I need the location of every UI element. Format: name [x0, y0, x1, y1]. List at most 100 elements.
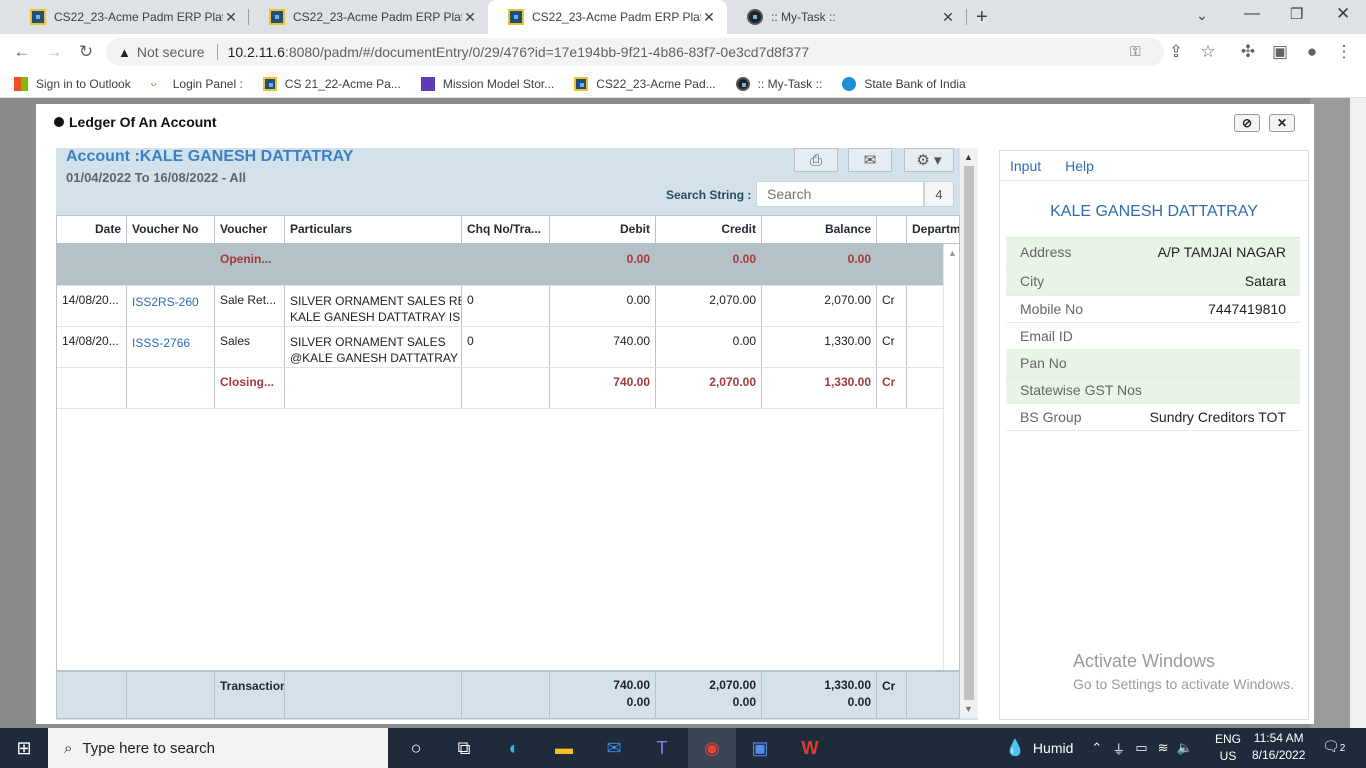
table-row-opening[interactable]: Openin... 0.00 0.00 0.00 — [57, 244, 959, 286]
close-tab-icon[interactable]: ✕ — [701, 9, 717, 26]
share-icon[interactable]: ⇪ — [1162, 34, 1190, 70]
search-icon: ⌕ — [64, 739, 73, 757]
taskbar-search[interactable]: ⌕ Type here to search — [48, 728, 388, 768]
tab-help[interactable]: Help — [1065, 158, 1094, 174]
bookmark-login-panel[interactable]: ᴗ Login Panel : — [151, 77, 243, 91]
cell-voucher: Sales — [215, 327, 285, 367]
foot-spacer — [127, 672, 215, 718]
cell-drcr: Cr — [877, 368, 907, 408]
clock-date: 8/16/2022 — [1252, 748, 1306, 762]
teams-icon[interactable]: T — [638, 728, 686, 768]
close-window-icon[interactable]: ✕ — [1336, 4, 1350, 24]
new-tab-button[interactable]: + — [976, 6, 988, 29]
cortana-icon[interactable]: ○ — [392, 728, 440, 768]
col-header-date[interactable]: Date — [57, 216, 127, 243]
side-panel-icon[interactable]: ▣ — [1266, 34, 1294, 70]
task-view-icon[interactable]: ⧉ — [440, 728, 488, 768]
browser-tab-2[interactable]: CS22_23-Acme Padm ERP Platfor ✕ — [249, 0, 488, 34]
bookmark-outlook[interactable]: Sign in to Outlook — [14, 76, 131, 91]
scroll-down-arrow-icon[interactable]: ▼ — [964, 704, 973, 714]
clock[interactable]: 11:54 AM 8/16/2022 — [1252, 730, 1305, 764]
chrome-icon[interactable]: ◉ — [688, 728, 736, 768]
browser-tab-4[interactable]: :: My-Task :: ✕ — [727, 0, 966, 34]
tab-search-chevron-icon[interactable]: ⌄ — [1196, 7, 1208, 24]
close-modal-button[interactable]: ✕ — [1269, 114, 1295, 132]
tab-separator — [966, 9, 967, 25]
col-header-voucher[interactable]: Voucher — [215, 216, 285, 243]
vertical-scroll-thumb[interactable] — [964, 166, 974, 700]
cell-voucher-no-link[interactable]: ISS2RS-260 — [127, 286, 215, 326]
minimize-icon[interactable]: — — [1244, 5, 1260, 23]
col-header-debit[interactable]: Debit — [550, 216, 656, 243]
toggle-visibility-button[interactable]: ⊘ — [1234, 114, 1260, 132]
email-button[interactable]: ✉ — [848, 148, 892, 172]
menu-kebab-icon[interactable]: ⋮ — [1330, 34, 1358, 70]
bookmark-cs21[interactable]: CS 21_22-Acme Pa... — [262, 76, 401, 91]
profile-avatar-icon[interactable]: ● — [1298, 34, 1326, 70]
bookmark-sbi[interactable]: State Bank of India — [842, 76, 966, 91]
info-key: Statewise GST Nos — [1020, 382, 1142, 398]
forward-icon[interactable]: → — [40, 34, 68, 70]
search-input[interactable] — [756, 181, 924, 207]
ledger-vertical-scrollbar[interactable]: ▲ ▼ — [960, 148, 978, 718]
cell-voucher-no-link[interactable]: ISSS-2766 — [127, 327, 215, 367]
file-explorer-icon[interactable]: ▬ — [540, 728, 588, 768]
scroll-up-arrow-icon[interactable]: ▲ — [964, 152, 973, 162]
browser-tab-3-active[interactable]: CS22_23-Acme Padm ERP Platfor ✕ — [488, 0, 727, 34]
tab-input[interactable]: Input — [1010, 158, 1041, 174]
windows-start-icon[interactable]: ⊞ — [0, 728, 48, 768]
bookmark-cs22[interactable]: CS22_23-Acme Pad... — [574, 76, 716, 91]
wps-office-icon[interactable]: W — [786, 728, 834, 768]
table-row[interactable]: 14/08/20... ISS2RS-260 Sale Ret... SILVE… — [57, 286, 959, 327]
extensions-icon[interactable]: ✣ — [1234, 34, 1262, 70]
info-value: Sundry Creditors TOT — [1149, 409, 1286, 425]
print-button[interactable]: ⎙ — [794, 148, 838, 172]
cell-balance: 1,330.00 — [762, 327, 877, 367]
page-scrollbar[interactable] — [1350, 98, 1366, 728]
col-header-balance[interactable]: Balance — [762, 216, 877, 243]
col-header-voucher-no[interactable]: Voucher No — [127, 216, 215, 243]
settings-dropdown-button[interactable]: ⚙ ▾ — [904, 148, 954, 172]
close-tab-icon[interactable]: ✕ — [462, 9, 478, 26]
password-key-icon[interactable]: ⚿ — [1130, 43, 1141, 60]
address-bar[interactable]: ▲ Not secure 10.2.11.6 :8080/padm/#/docu… — [106, 38, 1164, 66]
col-header-drcr[interactable] — [877, 216, 907, 243]
bookmark-my-task[interactable]: :: My-Task :: — [735, 76, 823, 91]
close-tab-icon[interactable]: ✕ — [940, 9, 956, 26]
volume-icon[interactable]: 🔈 — [1177, 740, 1193, 756]
not-secure-label[interactable]: Not secure — [137, 44, 205, 60]
weather-icon[interactable]: 💧 — [1005, 738, 1025, 758]
bookmark-star-icon[interactable]: ☆ — [1194, 34, 1222, 70]
scroll-up-arrow-icon[interactable]: ▲ — [948, 248, 957, 258]
battery-icon[interactable]: ▭ — [1135, 740, 1147, 756]
foot-balance: 1,330.00 0.00 — [762, 672, 877, 718]
table-row[interactable]: 14/08/20... ISSS-2766 Sales SILVER ORNAM… — [57, 327, 959, 368]
browser-tab-1[interactable]: CS22_23-Acme Padm ERP Platfor ✕ — [10, 0, 249, 34]
language-indicator[interactable]: ENG US — [1215, 731, 1241, 765]
restore-icon[interactable]: ❐ — [1290, 5, 1303, 23]
foot-spacer — [907, 672, 961, 718]
chevron-up-icon[interactable]: ⌃ — [1091, 740, 1102, 756]
app-icon[interactable]: ▣ — [736, 728, 784, 768]
bookmark-label: :: My-Task :: — [757, 76, 823, 91]
close-tab-icon[interactable]: ✕ — [223, 9, 239, 26]
col-header-department[interactable]: Departm — [907, 216, 959, 243]
warning-icon[interactable]: ▲ — [118, 45, 131, 60]
grid-vertical-scrollbar[interactable]: ▲ ▼ — [943, 244, 959, 670]
cell-debit: 0.00 — [550, 244, 656, 285]
bookmark-mission-model[interactable]: Mission Model Stor... — [420, 76, 554, 91]
search-label: Search String : — [666, 188, 752, 202]
network-icon[interactable]: ⏚ — [1112, 739, 1125, 758]
notification-center-icon[interactable]: 🗨2 — [1322, 738, 1345, 755]
reload-icon[interactable]: ↻ — [72, 34, 100, 70]
table-row-closing[interactable]: Closing... 740.00 2,070.00 1,330.00 Cr — [57, 368, 959, 409]
col-header-credit[interactable]: Credit — [656, 216, 762, 243]
back-icon[interactable]: ← — [8, 34, 36, 70]
weather-label[interactable]: Humid — [1033, 740, 1073, 756]
mail-icon[interactable]: ✉ — [590, 728, 638, 768]
col-header-particulars[interactable]: Particulars — [285, 216, 462, 243]
edge-icon[interactable]: ◐ — [490, 728, 538, 768]
wifi-icon[interactable]: ≋ — [1158, 740, 1169, 756]
col-header-chq-no[interactable]: Chq No/Tra... — [462, 216, 550, 243]
microsoft-logo-icon — [14, 76, 28, 91]
